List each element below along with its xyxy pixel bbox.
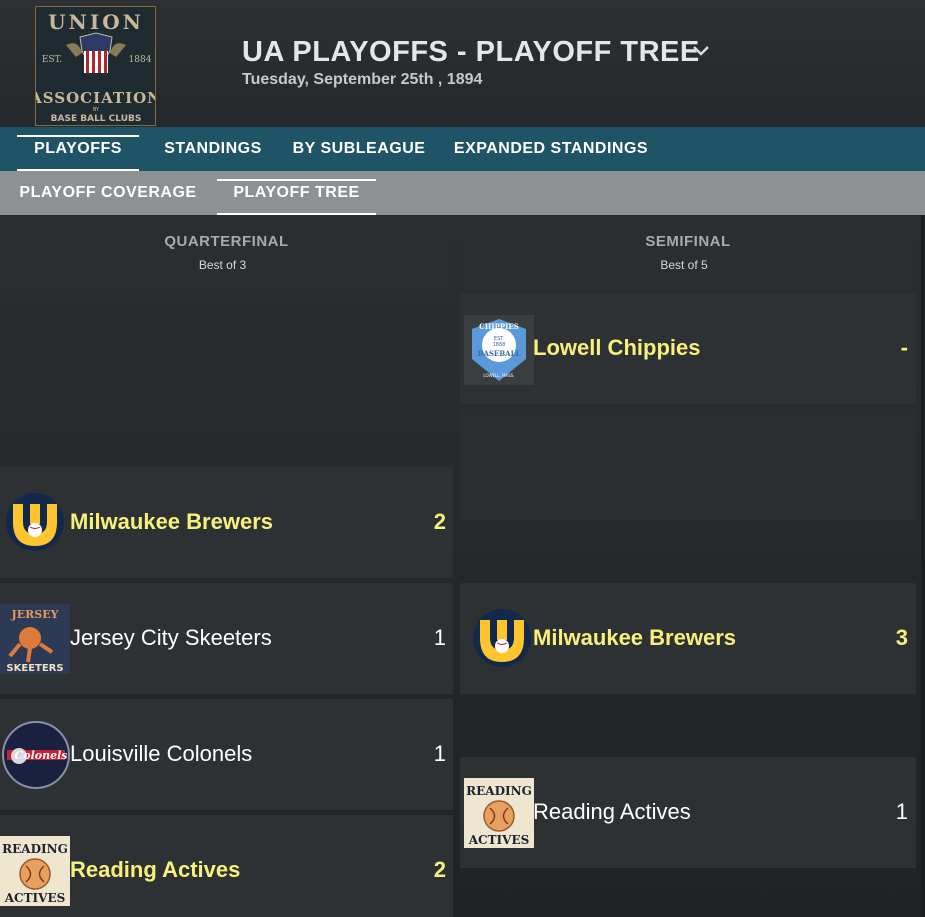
logo-text-bottom: BASE BALL CLUBS <box>51 114 142 124</box>
actives-bottom-text: ACTIVES <box>468 833 530 847</box>
team-name: Milwaukee Brewers <box>70 509 273 534</box>
tab-playoff-tree[interactable]: PLAYOFF TREE <box>217 171 376 215</box>
primary-nav: PLAYOFFS STANDINGS BY SUBLEAGUE EXPANDED… <box>0 127 925 171</box>
logo-text-mid: ASSOCIATION <box>36 89 156 107</box>
team-card[interactable]: Milwaukee Brewers 2 <box>0 467 453 578</box>
logo-by: BY <box>93 107 100 113</box>
series-score: 2 <box>433 857 446 882</box>
team-name: Louisville Colonels <box>70 741 253 766</box>
scrollbar[interactable] <box>921 215 925 917</box>
actives-bottom-text: ACTIVES <box>4 891 66 905</box>
actives-top-text: READING <box>2 842 68 856</box>
actives-logo: READING ACTIVES <box>0 836 70 906</box>
team-card[interactable]: CHIPPIES EST. 1888 BASEBALL LOWELL, MASS… <box>460 293 916 404</box>
empty-slot <box>460 409 916 520</box>
tab-expanded-standings[interactable]: EXPANDED STANDINGS <box>447 127 655 171</box>
round-name: QUARTERFINAL <box>164 233 289 250</box>
actives-logo: READING ACTIVES <box>464 778 534 848</box>
team-name: Lowell Chippies <box>533 335 701 360</box>
team-name: Milwaukee Brewers <box>533 625 736 650</box>
skeeters-top-text: JERSEY <box>11 608 59 621</box>
series-score: - <box>900 335 908 360</box>
series-score: 2 <box>433 509 446 534</box>
colonels-text: Colonels <box>15 749 68 762</box>
team-card[interactable]: Milwaukee Brewers 3 <box>460 583 916 694</box>
team-name: Jersey City Skeeters <box>70 625 272 650</box>
team-card[interactable]: READING ACTIVES Reading Actives 2 <box>0 815 453 917</box>
series-score: 1 <box>895 799 908 824</box>
actives-top-text: READING <box>466 784 532 798</box>
page-date: Tuesday, September 25th , 1894 <box>242 71 483 88</box>
tab-playoff-coverage[interactable]: PLAYOFF COVERAGE <box>15 171 201 215</box>
team-name: Reading Actives <box>70 857 241 882</box>
series-length: Best of 5 <box>660 258 708 272</box>
secondary-nav: PLAYOFF COVERAGE PLAYOFF TREE <box>0 171 925 215</box>
tab-by-subleague[interactable]: BY SUBLEAGUE <box>288 127 430 171</box>
series-score: 3 <box>895 625 908 650</box>
logo-text-top: UNION <box>48 10 144 34</box>
team-card[interactable]: JERSEY SKEETERS Jersey City Skeeters 1 <box>0 583 453 694</box>
semifinal-header: SEMIFINAL Best of 5 <box>460 223 916 289</box>
logo-est: EST. <box>42 55 62 65</box>
chevron-down-icon[interactable] <box>692 44 710 58</box>
logo-year: 1884 <box>129 55 152 65</box>
series-length: Best of 3 <box>198 258 247 272</box>
quarterfinal-header: QUARTERFINAL Best of 3 <box>0 223 453 289</box>
round-name: SEMIFINAL <box>645 233 731 250</box>
header: UNION EST. 1884 ASSOCIATION BY BASE BALL… <box>0 0 925 127</box>
league-logo: UNION EST. 1884 ASSOCIATION BY BASE BALL… <box>35 6 156 126</box>
skeeters-bottom-text: SKEETERS <box>6 663 63 674</box>
chippies-mid-text: BASEBALL <box>478 349 521 358</box>
chippies-top-text: CHIPPIES <box>479 322 519 331</box>
chippies-year-text: 1888 <box>493 342 506 348</box>
tab-standings[interactable]: STANDINGS <box>153 127 273 171</box>
brewers-logo <box>470 606 540 676</box>
brewers-logo <box>3 490 73 560</box>
chippies-logo: CHIPPIES EST. 1888 BASEBALL LOWELL, MASS… <box>464 315 534 385</box>
tab-playoffs[interactable]: PLAYOFFS <box>17 127 139 171</box>
team-name: Reading Actives <box>533 799 691 824</box>
skeeters-logo: JERSEY SKEETERS <box>0 604 70 674</box>
series-score: 1 <box>433 741 446 766</box>
team-card[interactable]: Colonels Louisville Colonels 1 <box>0 699 453 810</box>
series-score: 1 <box>433 625 446 650</box>
colonels-logo: Colonels <box>1 720 71 790</box>
chippies-bottom-text: LOWELL, MASS. <box>483 373 514 378</box>
team-card[interactable]: READING ACTIVES Reading Actives 1 <box>460 757 916 868</box>
page-title: UA PLAYOFFS - PLAYOFF TREE <box>242 36 700 68</box>
